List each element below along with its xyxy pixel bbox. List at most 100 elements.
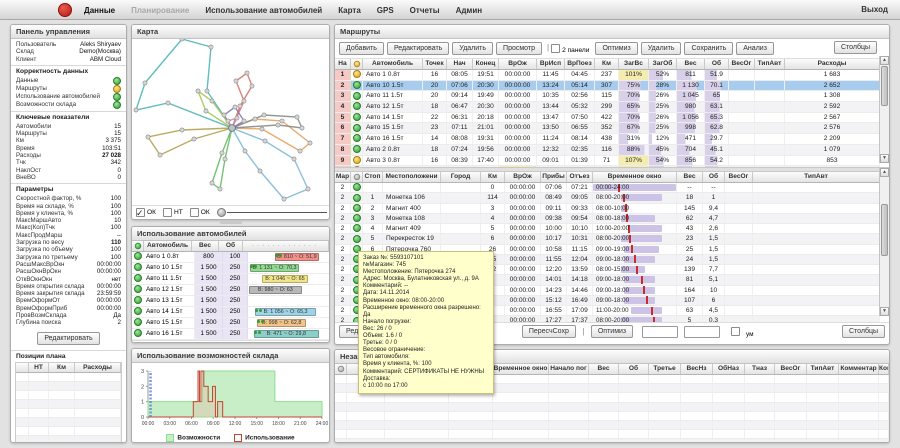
menu-item-админ[interactable]: Админ (456, 1, 483, 20)
route-row[interactable]: 9 Авто 3 0.8т 16 08:39 17:40 00:00:00 09:01 01:… (335, 155, 880, 167)
replace-button[interactable]: Заменить (238, 342, 283, 343)
cell (839, 411, 879, 420)
volume-cell: 45.1 (705, 144, 729, 155)
route-row[interactable]: 7 Авто 16 1.5т 14 08:08 19:31 00:00:00 11:24 08… (335, 134, 880, 145)
vehicle-usage-row[interactable]: Авто 14 1.5т 1 500 250 В: 1 056 ~ О: 65,3 (132, 307, 329, 318)
vehicle-type-cell (753, 306, 880, 316)
scroll-up-arrow[interactable]: ▲ (880, 168, 889, 177)
сохранить-button[interactable]: Сохранить (684, 41, 734, 55)
logout-link[interactable]: Выход (861, 0, 888, 19)
map-filter-checkbox-2[interactable] (189, 207, 199, 217)
usage-timeline: В: 471 ~ О: 29,8 (248, 330, 319, 339)
time-window-text: 09:00-18:00 (596, 255, 630, 263)
departure-cell: 17:09 (567, 306, 593, 316)
scroll-up-arrow[interactable]: ▲ (880, 56, 889, 65)
scroll-down-arrow[interactable]: ▼ (880, 307, 889, 316)
status-cell (132, 285, 144, 295)
time-window-bar (631, 307, 663, 314)
stop-row[interactable]: 2 4 Магнит 409 5 00:00:00 10:00 10:10 10:00-20:… (335, 224, 880, 235)
stop-row[interactable]: 2 2 Магнит 400 3 00:00:00 09:11 09:33 08:00-10:… (335, 203, 880, 214)
usage-columns-button[interactable]: Столбцы (282, 342, 325, 343)
recalc-save-button[interactable]: ПересчСохр (521, 325, 576, 339)
stop-row[interactable]: 2 1 Монетка 106 114 00:00:00 08:49 09:05 08:00-… (335, 193, 880, 204)
route-row[interactable]: 10 Авто 4 0.8т2306:1819:5201:03:0013:3302… (335, 166, 880, 167)
cell (775, 430, 807, 439)
vehicle-usage-row[interactable]: Авто 1 0.8т 800 100 В: 810 ~ О: 51,9 (132, 252, 329, 263)
удалить-button[interactable]: Удалить (452, 41, 494, 55)
анализ-button[interactable]: Анализ (736, 41, 774, 55)
cell (589, 393, 619, 402)
cell (549, 375, 589, 384)
usage-timeline: В: 998 ~ О: 62,8 (248, 319, 319, 328)
vehicle-usage-row[interactable]: Авто 13 1.5т 1 500 250 (132, 296, 329, 307)
cell: 17:40 (473, 155, 499, 166)
route-row[interactable]: 4 Авто 12 1.5т 18 06:47 20:30 00:00:00 13:44 05… (335, 102, 880, 113)
stop-row[interactable]: 2 0 00:00:00 07:06 07:21 00:00-24:00 -- -- (335, 183, 880, 194)
добавить-button[interactable]: Добавить (339, 41, 384, 55)
route-row[interactable]: 5 Авто 14 1.5т 22 06:31 20:18 00:00:00 13:47 07… (335, 112, 880, 124)
weight-cell: 1 130 (677, 80, 705, 91)
usage-bar[interactable]: В: 998 ~ О: 62,8 (257, 319, 307, 327)
cell (745, 375, 775, 384)
km-cell: 6 (481, 234, 505, 244)
menu-item-использование-автомобилей[interactable]: Использование автомобилей (205, 1, 322, 20)
map-zoom-slider-track[interactable] (226, 211, 327, 213)
route-row[interactable]: 8 Авто 2 0.8т 18 07:24 19:56 00:00:00 12:32 02:… (335, 144, 880, 156)
menu-item-gps[interactable]: GPS (377, 1, 394, 20)
vehicle-usage-row[interactable]: Авто 12 1.5т 1 500 250 В: 980 ~ О: 63 (132, 285, 329, 296)
weight-cell: 164 (677, 285, 703, 295)
usage-bar[interactable]: В: 980 ~ О: 63 (248, 286, 302, 294)
cell (619, 430, 649, 439)
routes-vertical-scrollbar[interactable]: ▲ ▼ (879, 56, 889, 163)
arrival-cell: 10:17 (541, 234, 567, 244)
menu-item-отчеты[interactable]: Отчеты (410, 1, 440, 20)
routes-columns-button[interactable]: Столбцы (833, 41, 877, 54)
usage-bar[interactable]: В: 1 046 ~ О: 65 (262, 275, 308, 283)
scroll-thumb[interactable] (881, 204, 888, 256)
cell (839, 430, 879, 439)
status-cell (351, 80, 363, 91)
stop-row[interactable]: 2 3 Монетка 108 4 00:00:00 09:38 09:54 08:00-18… (335, 213, 880, 224)
stops-input-1[interactable] (641, 325, 678, 338)
удалить-button[interactable]: Удалить (640, 41, 682, 55)
map-canvas[interactable] (132, 36, 329, 205)
location-name: Монетка 106 (383, 193, 441, 203)
редактировать-button[interactable]: Редактировать (386, 41, 450, 55)
оптимиз-button[interactable]: Оптимиз (595, 41, 638, 55)
usage-bar[interactable]: В: 1 056 ~ О: 65,3 (255, 308, 317, 316)
vehicle-usage-row[interactable]: Авто 16 1.5т 1 500 250 В: 471 ~ О: 29,8 (132, 329, 329, 340)
cell (29, 390, 49, 399)
route-row[interactable]: 1 Авто 1 0.8т 16 08:05 19:51 00:00:00 11:45 04:… (335, 70, 880, 81)
cell (493, 384, 549, 393)
empty-row (16, 390, 121, 400)
edit-button[interactable]: Редактировать (37, 331, 100, 345)
map-zoom-slider-handle[interactable] (216, 207, 226, 217)
menu-item-карта[interactable]: Карта (338, 1, 361, 20)
map-filter-checkbox-0[interactable] (136, 206, 145, 219)
usage-bar[interactable]: В: 471 ~ О: 29,8 (253, 330, 319, 338)
stops-input-2[interactable] (684, 325, 721, 338)
просмотр-button[interactable]: Просмотр (496, 41, 542, 55)
status-dot-yellow (352, 155, 361, 164)
route-row[interactable]: 3 Авто 11 1.5т 20 09:14 19:49 00:00:00 10:35 02… (335, 91, 880, 103)
vehicle-type-cell (755, 112, 785, 123)
um-checkbox[interactable] (730, 327, 740, 337)
usage-bar[interactable]: В: 1 131 ~ О: 70,3 (250, 264, 300, 272)
vehicle-usage-row[interactable]: Авто 11 1.5т 1 500 250 В: 1 046 ~ О: 65 (132, 274, 329, 285)
route-row[interactable]: 6 Авто 15 1.5т 23 07:11 21:01 00:00:00 13:50 06… (335, 123, 880, 135)
two-panels-checkbox[interactable] (551, 43, 561, 53)
map-filter-checkbox-1[interactable] (162, 207, 172, 217)
map-splitter-handle[interactable] (220, 221, 242, 224)
vehicle-usage-row[interactable]: Авто 10 1.5т 1 500 250 В: 1 131 ~ О: 70,3 (132, 263, 329, 274)
route-row[interactable]: 2 Авто 10 1.5т 20 07:06 20:30 00:00:00 13:24 05… (335, 80, 880, 92)
indicator-value: Да (113, 312, 121, 320)
stop-row[interactable]: 2 5 Перекресток 19 6 00:00:00 10:17 10:31 08:00… (335, 234, 880, 245)
vehicle-usage-row[interactable]: Авто 15 1.5т 1 500 250 В: 998 ~ О: 62,8 (132, 318, 329, 329)
scroll-down-arrow[interactable]: ▼ (880, 154, 889, 163)
stops-optimize-button[interactable]: Оптимиз (590, 325, 634, 339)
menu-item-данные[interactable]: Данные (84, 1, 115, 20)
stops-vertical-scrollbar[interactable]: ▲ ▼ (879, 168, 889, 316)
scroll-thumb[interactable] (881, 66, 888, 106)
stops-columns-button[interactable]: Столбцы (841, 325, 885, 338)
cell (619, 411, 649, 420)
